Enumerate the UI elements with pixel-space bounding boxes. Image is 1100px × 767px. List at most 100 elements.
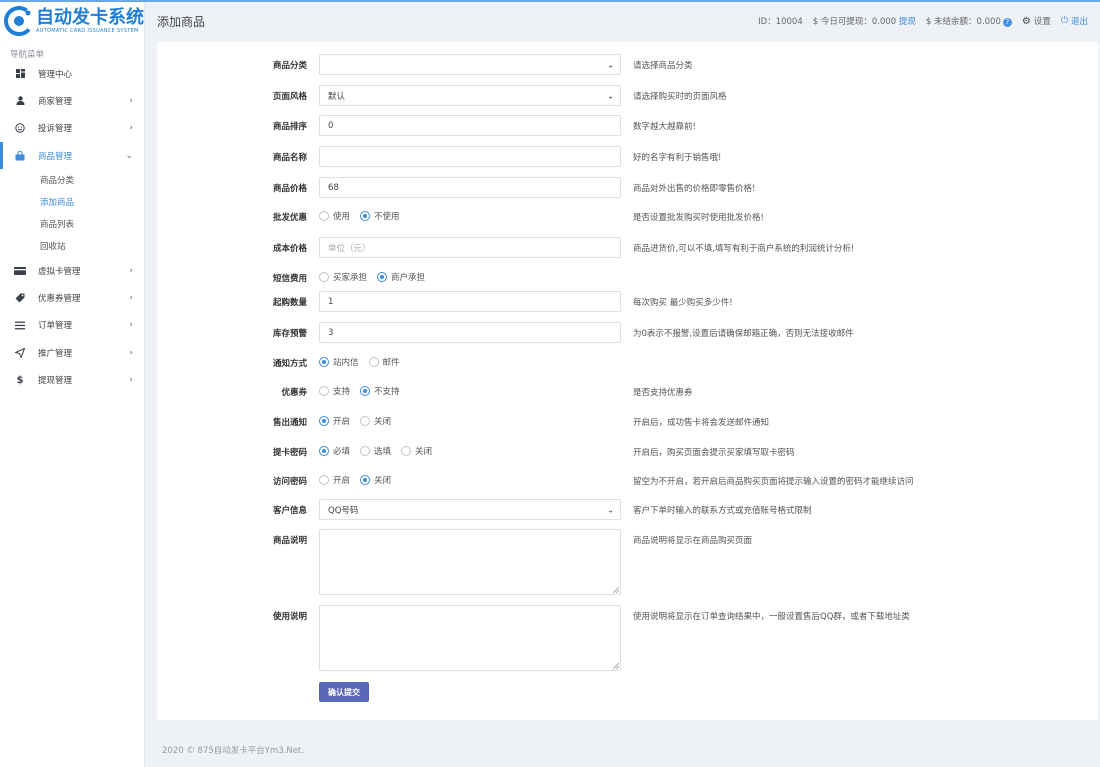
tag-icon: [14, 293, 26, 303]
description-hint: 商品说明将显示在商品购买页面: [633, 536, 753, 546]
logo-subtitle: AUTOMATIC CARD ISSUANCE SYSTEM: [36, 27, 139, 34]
stock-alert-label: 库存预警: [272, 329, 307, 339]
dashboard-icon: [14, 69, 26, 79]
sidebar-item-promotion[interactable]: 推广管理 ›: [0, 339, 144, 366]
pickup-password-option-required[interactable]: 必填: [319, 445, 350, 457]
theme-select[interactable]: 默认 ⌄: [319, 85, 621, 106]
sidebar-item-coupons[interactable]: 优惠券管理 ›: [0, 284, 144, 311]
withdraw-link[interactable]: 提现: [899, 17, 916, 27]
notify-radio-group: 站内信 邮件: [319, 355, 400, 369]
pickup-password-option-off[interactable]: 关闭: [401, 445, 432, 457]
notify-option-email[interactable]: 邮件: [368, 356, 400, 368]
dollar-icon: $: [16, 374, 24, 386]
name-label: 商品名称: [272, 153, 307, 163]
card-icon: [14, 266, 26, 275]
sold-notify-option-off[interactable]: 关闭: [360, 415, 391, 427]
logout-button[interactable]: ⏻ 退出: [1061, 15, 1088, 27]
resize-handle-icon[interactable]: [613, 663, 619, 669]
access-password-label: 访问密码: [272, 477, 307, 487]
description-label: 商品说明: [272, 536, 307, 546]
sidebar-item-merchants[interactable]: 商家管理 ›: [0, 87, 144, 114]
sms-option-buyer[interactable]: 买家承担: [319, 271, 367, 283]
logo-mark-icon: [4, 6, 34, 36]
footer-copyright: 2020 © 875自动发卡平台Ym3.Net.: [162, 746, 304, 756]
min-qty-hint: 每次购买 最少购买多少件!: [633, 298, 733, 308]
chevron-right-icon: ›: [129, 95, 133, 106]
name-input[interactable]: [319, 146, 621, 167]
unsettled-balance: $ 未结余额：0.000?: [926, 15, 1012, 27]
usage-textarea[interactable]: [319, 605, 621, 671]
sold-notify-label: 售出通知: [272, 418, 307, 428]
sort-input[interactable]: 0: [319, 115, 621, 136]
sidebar-item-label: 提现管理: [38, 376, 73, 387]
pickup-password-option-optional[interactable]: 选填: [360, 445, 391, 457]
price-label: 商品价格: [272, 184, 307, 194]
usage-label: 使用说明: [272, 612, 307, 622]
category-select[interactable]: ⌄: [319, 54, 621, 75]
sold-notify-option-on[interactable]: 开启: [319, 415, 350, 427]
sidebar-subitem-add-product[interactable]: 添加商品: [0, 191, 144, 213]
price-hint: 商品对外出售的价格即零售价格!: [633, 184, 756, 194]
category-hint: 请选择商品分类: [633, 61, 693, 71]
sidebar-item-label: 优惠券管理: [38, 294, 81, 305]
wholesale-label: 批发优惠: [272, 213, 307, 223]
coupon-option-no[interactable]: 不支持: [360, 385, 400, 397]
sidebar-item-label: 管理中心: [38, 69, 73, 80]
wholesale-radio-group: 使用 不使用: [319, 209, 400, 223]
sidebar-subitem-product-list[interactable]: 商品列表: [0, 213, 144, 235]
cost-label: 成本价格: [272, 244, 307, 254]
notify-option-inbox[interactable]: 站内信: [319, 356, 359, 368]
sidebar-item-virtual-cards[interactable]: 虚拟卡管理 ›: [0, 257, 144, 284]
wholesale-option-no[interactable]: 不使用: [360, 210, 400, 222]
sms-label: 短信费用: [272, 274, 307, 284]
sidebar-item-complaints[interactable]: 投诉管理 ›: [0, 115, 144, 142]
sidebar-subitem-categories[interactable]: 商品分类: [0, 169, 144, 191]
logo[interactable]: 自动发卡系统 AUTOMATIC CARD ISSUANCE SYSTEM: [0, 2, 144, 40]
pickup-password-label: 提卡密码: [272, 448, 307, 458]
sidebar-item-products[interactable]: 商品管理 ⌄: [0, 141, 144, 170]
description-textarea[interactable]: [319, 529, 621, 595]
gear-icon: ⚙: [1021, 15, 1031, 27]
sidebar-item-orders[interactable]: 订单管理 ›: [0, 312, 144, 339]
sidebar-item-label: 商家管理: [38, 96, 73, 107]
min-qty-input[interactable]: 1: [319, 291, 621, 312]
coupon-label: 优惠券: [281, 388, 307, 398]
stock-alert-input[interactable]: 3: [319, 322, 621, 343]
list-icon: [14, 321, 26, 330]
stock-alert-hint: 为0表示不报警,设置后请确保邮箱正确，否则无法接收邮件: [633, 329, 854, 339]
header-account-bar: ID：10004 $ 今日可提现：0.000 提现 $ 未结余额：0.000? …: [758, 2, 1088, 40]
pickup-password-radio-group: 必填 选填 关闭: [319, 444, 432, 458]
smiley-icon: [14, 123, 26, 133]
sidebar-item-label: 推广管理: [38, 348, 73, 359]
sidebar-item-withdrawals[interactable]: $ 提现管理 ›: [0, 366, 144, 393]
logo-title: 自动发卡系统: [36, 6, 144, 28]
merchant-id: ID：10004: [758, 17, 803, 27]
header: 添加商品 ID：10004 $ 今日可提现：0.000 提现 $ 未结余额：0.…: [145, 2, 1100, 40]
sidebar-item-dashboard[interactable]: 管理中心: [0, 60, 144, 87]
power-icon: ⏻: [1060, 16, 1068, 26]
nav-caption: 导航菜单: [10, 50, 45, 60]
access-password-option-on[interactable]: 开启: [319, 474, 350, 486]
submit-button[interactable]: 确认提交: [319, 682, 369, 702]
sold-notify-radio-group: 开启 关闭: [319, 414, 391, 428]
cost-input[interactable]: 单位（元）: [319, 237, 621, 258]
wholesale-option-use[interactable]: 使用: [319, 210, 350, 222]
name-hint: 好的名字有利于销售哦!: [633, 153, 722, 163]
sidebar-subitem-recycle-bin[interactable]: 回收站: [0, 235, 144, 257]
pickup-password-hint: 开启后，购买页面会提示买家填写取卡密码: [633, 448, 795, 458]
sold-notify-hint: 开启后，成功售卡将会发送邮件通知: [633, 418, 770, 428]
resize-handle-icon[interactable]: [613, 587, 619, 593]
sidebar-item-label: 商品管理: [38, 151, 73, 162]
theme-label: 页面风格: [272, 92, 307, 102]
coupon-option-yes[interactable]: 支持: [319, 385, 350, 397]
access-password-option-off[interactable]: 关闭: [360, 474, 391, 486]
help-icon[interactable]: ?: [1002, 18, 1012, 27]
price-input[interactable]: 68: [319, 177, 621, 198]
coupon-hint: 是否支持优惠券: [633, 388, 693, 398]
customer-info-select[interactable]: QQ号码 ⌄: [319, 499, 621, 520]
settings-button[interactable]: ⚙ 设置: [1021, 15, 1051, 28]
sidebar-item-label: 订单管理: [38, 321, 73, 332]
sms-option-merchant[interactable]: 商户承担: [377, 271, 425, 283]
sidebar: 自动发卡系统 AUTOMATIC CARD ISSUANCE SYSTEM 导航…: [0, 2, 145, 767]
access-password-hint: 留空为不开启，若开启后商品购买页面将提示输入设置的密码才能继续访问: [633, 477, 914, 487]
